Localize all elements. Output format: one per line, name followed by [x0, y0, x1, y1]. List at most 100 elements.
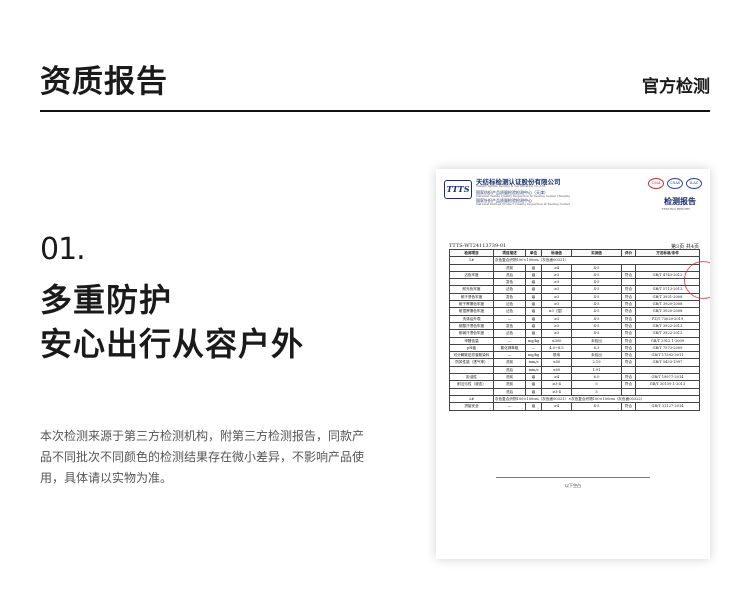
table-cell	[449, 263, 494, 272]
table-cell: 拒油性	[449, 373, 494, 382]
table-cell: 沾色牢度	[449, 270, 494, 280]
table-header-row: 检测项目 项目描述 单位 标准值 实测值 评价 方法标准/条件	[449, 248, 700, 258]
table-cell: 4-5	[571, 270, 622, 280]
table-cell: 级	[525, 329, 542, 338]
table-cell: 变色	[493, 278, 526, 287]
table-cell: 4.0~8.5	[541, 343, 572, 353]
table-cell: 级	[525, 307, 542, 316]
table-cell: GB/T 3920-2008	[635, 307, 700, 316]
table-cell: 变色	[493, 321, 526, 331]
table-cell	[449, 387, 494, 396]
table-cell: 沾色	[493, 300, 526, 309]
table-cell: 未检出	[571, 336, 622, 345]
table-cell: ≥3	[541, 278, 572, 287]
table-cell: 沾色	[493, 307, 526, 316]
table-cell: GB/T 3920-2008	[635, 300, 700, 309]
table-row: 拼接安全 — 级 ≥4 4-5 符合 GB/T 31127-2014	[449, 402, 700, 411]
table-cell: 甲醛含量	[449, 336, 494, 345]
table-cell: ≥4	[541, 373, 572, 382]
certification-marks: CMA CNAS ILAC	[648, 178, 702, 189]
table-row: 甲醛含量 — mg/kg ≤300 未检出 符合 GB/T 2912.1-2009	[449, 336, 700, 345]
table-cell: mm/s	[525, 358, 542, 367]
table-cell	[621, 387, 636, 396]
org-name-en: Tianjin Textile Testing & Certification …	[476, 184, 546, 188]
table-cell: mg/kg	[525, 351, 542, 360]
table-cell: 4-5	[571, 307, 622, 316]
table-cell: 拼接安全	[449, 402, 494, 411]
table-cell: 1#	[449, 256, 494, 265]
heading-line-1: 多重防护	[40, 281, 173, 319]
table-cell: 符合	[621, 358, 636, 367]
table-cell: GB/T 2912.1-2009	[635, 336, 700, 345]
table-cell: 符合	[621, 343, 636, 353]
table-header-cell: 检测项目	[449, 248, 494, 258]
center-line-2-en: National Knitted Product Quality Inspect…	[476, 202, 571, 206]
table-cell: 4-5	[571, 285, 622, 294]
table-row: 1# 灰色复合织物100×100cm（灰色面00321）	[449, 256, 700, 265]
table-cell: ≤50	[541, 358, 572, 367]
table-cell: 沾色	[493, 285, 526, 294]
table-cell: GB/T 19977-2014	[635, 373, 700, 382]
table-cell: ≥3	[541, 321, 572, 331]
table-cell: 级	[525, 387, 542, 396]
table-cell: 符合	[621, 285, 636, 294]
table-cell: ≥3	[541, 329, 572, 338]
table-header-cell: 实测值	[571, 248, 622, 258]
table-cell: ≥3	[541, 285, 572, 294]
table-cell: 5	[571, 387, 622, 396]
table-cell: 洗前	[493, 373, 526, 382]
table-cell: ≤50	[541, 365, 572, 375]
table-body: 1# 灰色复合织物100×100cm（灰色面00321） 洗前级 ≥4 4-5 沾色牢度洗…	[449, 256, 700, 411]
section-number: 01.	[40, 232, 86, 267]
table-cell	[635, 387, 700, 396]
table-cell: 6.3	[571, 343, 622, 353]
page-title: 资质报告	[40, 64, 168, 100]
table-cell: 符合	[621, 270, 636, 280]
table-row: 耐汗渍色牢度 变色级 ≥3 4-5 符合 GB/T 3921-2008	[449, 292, 700, 302]
table-cell: 级	[525, 278, 542, 287]
table-cell: 符合	[621, 373, 636, 382]
table-row: 洗后级 ≥3-4 5	[449, 387, 700, 396]
table-cell: 4-5	[571, 402, 622, 411]
official-testing-label: 官方检测	[642, 77, 710, 97]
table-cell: 级	[525, 285, 542, 294]
table-cell: —	[493, 351, 526, 360]
table-cell: 耐碱汗渍色牢度	[449, 329, 494, 338]
table-cell	[449, 365, 494, 375]
table-cell: 5	[571, 380, 622, 389]
table-cell: ≥3	[541, 314, 572, 323]
table-cell: —	[493, 314, 526, 323]
table-row: 耐酸汗渍色牢度 变色级 ≥3 4-5 符合 GB/T 3922-2013	[449, 321, 700, 331]
table-cell: 符合	[621, 336, 636, 345]
section-heading: 多重防护 安心出行从容户外	[40, 278, 304, 366]
table-cell: 级	[525, 314, 542, 323]
table-cell: 级	[525, 402, 542, 411]
table-cell: ≥3-4	[541, 380, 572, 389]
table-row: 洗后 mm/s ≤50 1.91	[449, 365, 700, 375]
table-cell: 级	[525, 263, 542, 272]
table-cell: 符合	[621, 307, 636, 316]
table-cell: 防风性能（透气率）	[449, 358, 494, 367]
table-cell: ≥3	[541, 300, 572, 309]
table-cell: 符合	[621, 292, 636, 302]
test-report-document: TTTS 天纺标检测认证股份有限公司 Tianjin Textile Testi…	[436, 169, 710, 559]
table-row: 变色级 ≥3 4-5	[449, 278, 700, 287]
table-cell: 2#	[449, 394, 494, 404]
table-cell: 灰色复合织物100×100cm（灰色面00321）×灰色复合织物100×100c…	[493, 394, 700, 404]
table-cell: GB/T 30159.1-2013	[635, 380, 700, 389]
table-cell: 符合	[621, 402, 636, 411]
table-cell: 级	[525, 373, 542, 382]
table-cell: 4-5	[571, 314, 622, 323]
report-title: 检测报告	[664, 196, 696, 206]
table-cell: 耐汗渍色牢度	[449, 292, 494, 302]
table-cell: 4-5	[571, 292, 622, 302]
table-cell: FZ/T 73020-2019	[635, 314, 700, 323]
table-cell: 洗前	[493, 380, 526, 389]
table-cell: GB/T 7573-2009	[635, 343, 700, 353]
ilac-mark: ILAC	[686, 178, 702, 189]
table-header-cell: 评价	[621, 248, 636, 258]
table-cell: ≥4	[541, 402, 572, 411]
table-cell: 级	[525, 321, 542, 331]
table-cell: 1.91	[571, 365, 622, 375]
table-row: 耐湿摩擦色牢度 沾色级 ≥3（湿） 4-5 符合 GB/T 3920-2008	[449, 307, 700, 316]
